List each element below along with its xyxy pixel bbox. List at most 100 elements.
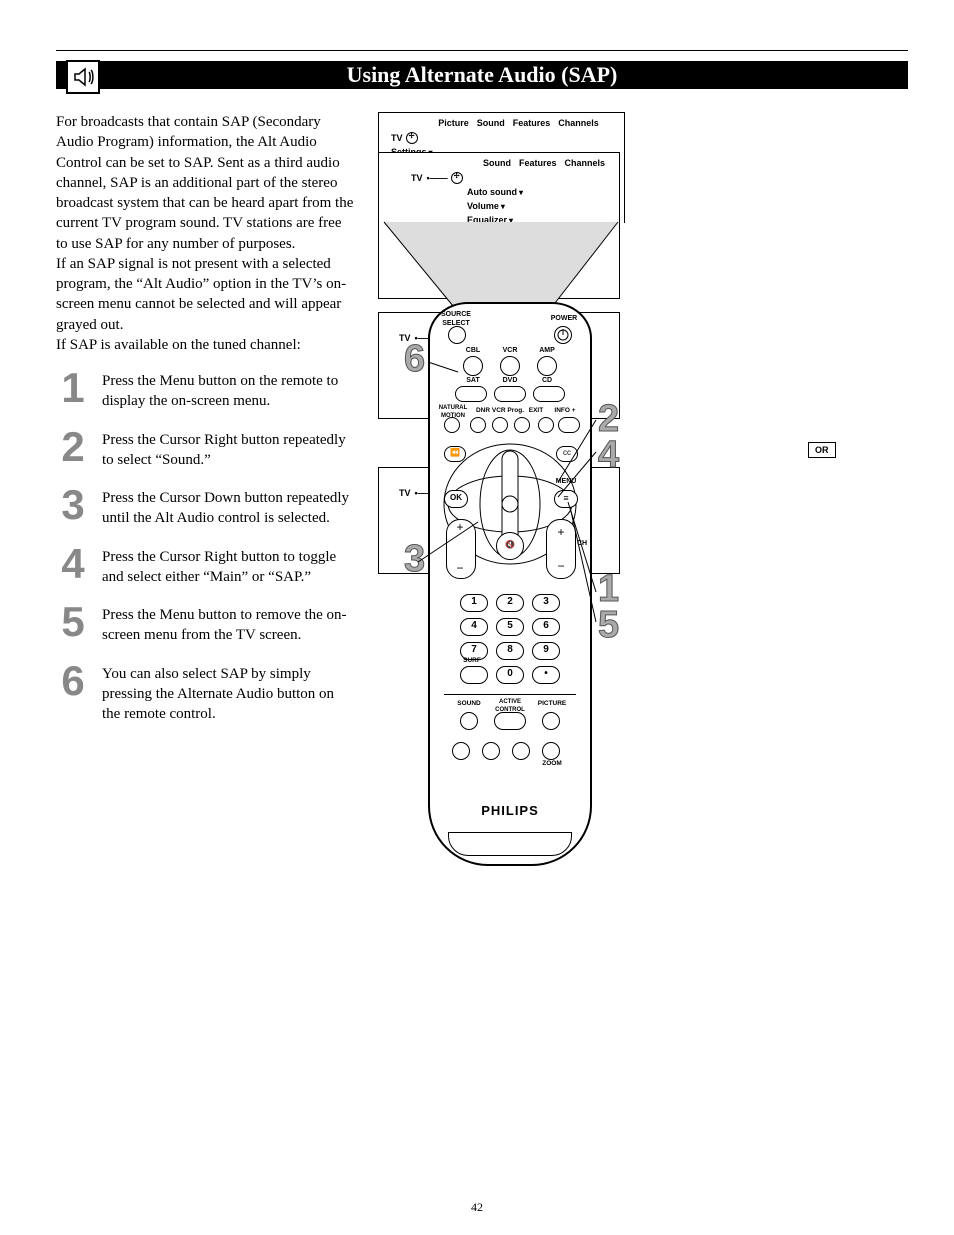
step-2: 2 Press the Cursor Right button repeated… — [56, 426, 356, 471]
cc-button[interactable]: cc — [556, 446, 578, 462]
cursor-icon: ✢ — [406, 132, 418, 144]
sound-button[interactable] — [460, 712, 478, 730]
remote-control: SOURCE SELECT POWER CBL VCR AMP SAT DVD … — [428, 302, 592, 866]
step-text: Press the Cursor Right button repeatedly… — [102, 426, 356, 471]
prog-button[interactable] — [538, 417, 554, 433]
num-2[interactable]: 2 — [496, 594, 524, 612]
step-6: 6 You can also select SAP by simply pres… — [56, 660, 356, 725]
format-button[interactable] — [452, 742, 470, 760]
cbl-button[interactable] — [463, 356, 483, 376]
menu-side: Auto sound — [467, 186, 523, 199]
callout-6: 6 — [404, 334, 425, 385]
mute-button[interactable]: 🔇 — [496, 532, 524, 560]
step-num: 1 — [56, 367, 90, 409]
swap-button[interactable] — [512, 742, 530, 760]
vcr-label: VCR — [495, 346, 525, 355]
info-button[interactable] — [558, 417, 580, 433]
cd-button[interactable] — [533, 386, 565, 402]
natural-motion-button[interactable] — [444, 417, 460, 433]
menu-side: Volume — [467, 200, 505, 213]
cursor-icon: ✢ — [451, 172, 463, 184]
ch-rocker[interactable]: + − — [546, 519, 576, 579]
menu-label: MENU — [552, 477, 580, 486]
active-control-button[interactable] — [494, 712, 526, 730]
rewind-button[interactable]: ⏪ — [444, 446, 466, 462]
step-4: 4 Press the Cursor Right button to toggl… — [56, 543, 356, 588]
num-0[interactable]: 0 — [496, 666, 524, 684]
menu-button[interactable]: ≡ — [554, 490, 578, 508]
sat-button[interactable] — [455, 386, 487, 402]
num-6[interactable]: 6 — [532, 618, 560, 636]
page-title: Using Alternate Audio (SAP) — [347, 62, 618, 87]
pip-button[interactable] — [482, 742, 500, 760]
dot-button[interactable]: • — [532, 666, 560, 684]
dvd-button[interactable] — [494, 386, 526, 402]
intro-p2: If an SAP signal is not present with a s… — [56, 254, 356, 335]
vcr-prog-button[interactable] — [492, 417, 508, 433]
num-8[interactable]: 8 — [496, 642, 524, 660]
speaker-icon — [66, 60, 100, 94]
menu-tv: TV — [391, 132, 403, 144]
cbl-label: CBL — [458, 346, 488, 355]
num-4[interactable]: 4 — [460, 618, 488, 636]
step-num: 5 — [56, 601, 90, 643]
num-3[interactable]: 3 — [532, 594, 560, 612]
top-rule — [56, 50, 908, 51]
step-3: 3 Press the Cursor Down button repeatedl… — [56, 484, 356, 529]
menu-tv: TV — [411, 172, 423, 184]
sound-label: SOUND — [452, 700, 486, 709]
menu-item: Features — [519, 157, 557, 169]
battery-cover — [448, 832, 572, 856]
step-num: 3 — [56, 484, 90, 526]
menu-item: Sound — [483, 157, 511, 169]
intro-p3: If SAP is available on the tuned channel… — [56, 335, 356, 355]
menu-item: Features — [513, 117, 551, 129]
amp-label: AMP — [532, 346, 562, 355]
amp-button[interactable] — [537, 356, 557, 376]
remote-divider — [444, 694, 576, 695]
intro-p1: For broadcasts that contain SAP (Seconda… — [56, 112, 356, 254]
step-text: Press the Cursor Down button repeatedly … — [102, 484, 356, 529]
zoom-label: ZOOM — [538, 760, 566, 769]
brand-label: PHILIPS — [430, 802, 590, 820]
ok-button[interactable]: OK — [444, 490, 468, 508]
sat-label: SAT — [458, 376, 488, 385]
left-column: For broadcasts that contain SAP (Seconda… — [56, 112, 356, 738]
step-text: Press the Menu button on the remote to d… — [102, 367, 356, 412]
dnr-vcr-label: DNR VCR Prog. — [470, 407, 530, 416]
surf-button[interactable] — [460, 666, 488, 684]
step-num: 4 — [56, 543, 90, 585]
info-label: INFO + — [548, 407, 582, 416]
num-5[interactable]: 5 — [496, 618, 524, 636]
vcr-button[interactable] — [500, 356, 520, 376]
menu-tv: TV — [399, 487, 411, 499]
source-select-button[interactable] — [448, 326, 466, 344]
callout-5: 5 — [598, 600, 619, 651]
cd-label: CD — [532, 376, 562, 385]
power-label: POWER — [544, 314, 584, 323]
page-number: 42 — [0, 1199, 954, 1215]
step-text: Press the Cursor Right button to toggle … — [102, 543, 356, 588]
callout-3: 3 — [404, 534, 425, 585]
zoom-button[interactable] — [542, 742, 560, 760]
step-5: 5 Press the Menu button to remove the on… — [56, 601, 356, 646]
dvd-label: DVD — [495, 376, 525, 385]
picture-label: PICTURE — [532, 700, 572, 709]
callout-4: 4 — [598, 430, 619, 481]
menu-item: Channels — [558, 117, 599, 129]
num-1[interactable]: 1 — [460, 594, 488, 612]
steps-list: 1 Press the Menu button on the remote to… — [56, 367, 356, 724]
surf-label: SURF — [454, 657, 490, 666]
step-num: 2 — [56, 426, 90, 468]
power-button[interactable] — [554, 326, 572, 344]
ch-label: CH — [574, 539, 590, 548]
num-9[interactable]: 9 — [532, 642, 560, 660]
menu-item: Channels — [564, 157, 605, 169]
picture-button[interactable] — [542, 712, 560, 730]
or-label: OR — [808, 442, 836, 458]
dnr-button[interactable] — [470, 417, 486, 433]
page-title-bar: Using Alternate Audio (SAP) — [56, 61, 908, 89]
step-text: You can also select SAP by simply pressi… — [102, 660, 356, 725]
exit-label: EXIT — [524, 407, 548, 416]
exit-button[interactable] — [514, 417, 530, 433]
